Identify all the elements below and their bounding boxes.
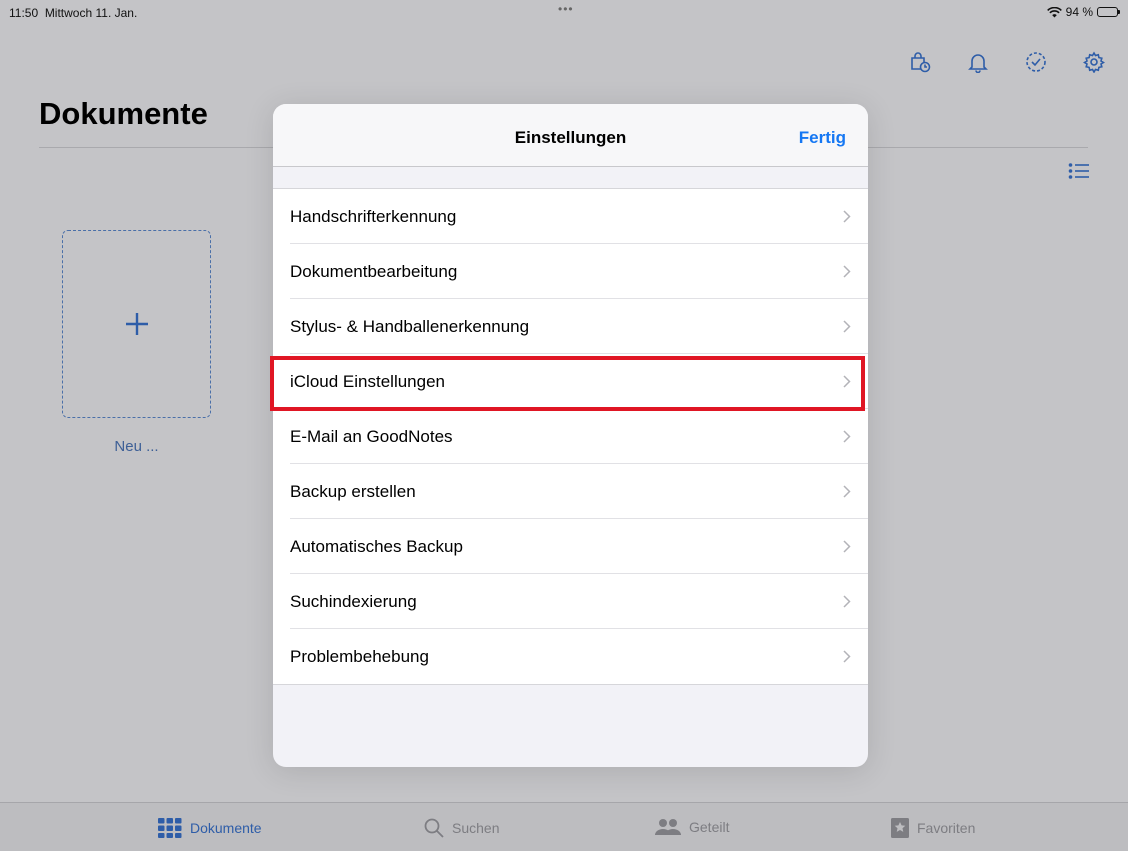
battery-percent: 94 % bbox=[1065, 5, 1093, 19]
check-circle-icon[interactable] bbox=[1022, 50, 1050, 74]
settings-item-search-indexing[interactable]: Suchindexierung bbox=[273, 574, 868, 629]
grid-icon bbox=[158, 818, 182, 838]
tab-label: Suchen bbox=[452, 820, 500, 836]
people-icon bbox=[655, 819, 681, 835]
shopping-bag-clock-icon[interactable] bbox=[906, 50, 934, 74]
settings-item-backup[interactable]: Backup erstellen bbox=[273, 464, 868, 519]
list-view-icon[interactable] bbox=[1068, 162, 1090, 185]
chevron-right-icon bbox=[843, 210, 851, 223]
page-title: Dokumente bbox=[39, 96, 208, 131]
tab-label: Favoriten bbox=[917, 820, 976, 836]
date: Mittwoch 11. Jan. bbox=[44, 6, 138, 20]
settings-item-stylus[interactable]: Stylus- & Handballenerkennung bbox=[273, 299, 868, 354]
tab-bar: Dokumente Suchen Geteilt Favoriten bbox=[0, 802, 1128, 851]
multitask-dots[interactable]: ••• bbox=[558, 2, 574, 16]
tab-geteilt[interactable]: Geteilt bbox=[655, 818, 729, 836]
chevron-right-icon bbox=[843, 430, 851, 443]
chevron-right-icon bbox=[843, 485, 851, 498]
wifi-icon bbox=[1046, 6, 1062, 17]
settings-item-label: Automatisches Backup bbox=[290, 536, 463, 556]
star-bookmark-icon bbox=[891, 818, 909, 838]
settings-item-icloud[interactable]: iCloud Einstellungen bbox=[273, 354, 868, 409]
bell-icon[interactable] bbox=[964, 50, 992, 74]
gear-icon[interactable] bbox=[1080, 50, 1108, 74]
tab-label: Dokumente bbox=[190, 820, 262, 836]
search-icon bbox=[424, 818, 444, 838]
settings-item-handwriting[interactable]: Handschrifterkennung bbox=[273, 189, 868, 244]
settings-item-label: Stylus- & Handballenerkennung bbox=[290, 316, 530, 336]
modal-header: Einstellungen Fertig bbox=[273, 104, 868, 167]
toolbar bbox=[906, 50, 1108, 74]
status-time: 11:50 Mittwoch 11. Jan. bbox=[9, 6, 137, 20]
battery-icon bbox=[1097, 7, 1120, 17]
tab-suchen[interactable]: Suchen bbox=[424, 818, 499, 838]
status-right: 94 % bbox=[1046, 5, 1120, 19]
settings-item-document-editing[interactable]: Dokumentbearbeitung bbox=[273, 244, 868, 299]
settings-item-label: Handschrifterkennung bbox=[290, 206, 457, 226]
chevron-right-icon bbox=[843, 375, 851, 388]
plus-icon bbox=[125, 313, 148, 335]
tab-label: Geteilt bbox=[689, 819, 730, 835]
chevron-right-icon bbox=[843, 540, 851, 553]
settings-list: Handschrifterkennung Dokumentbearbeitung… bbox=[273, 188, 868, 685]
settings-modal: Einstellungen Fertig Handschrifterkennun… bbox=[273, 104, 868, 767]
tab-favoriten[interactable]: Favoriten bbox=[891, 818, 975, 838]
settings-item-email[interactable]: E-Mail an GoodNotes bbox=[273, 409, 868, 464]
chevron-right-icon bbox=[843, 265, 851, 278]
settings-item-label: Backup erstellen bbox=[290, 481, 416, 501]
new-document-label[interactable]: Neu ... bbox=[62, 438, 211, 455]
settings-item-label: Suchindexierung bbox=[290, 591, 417, 611]
settings-item-troubleshooting[interactable]: Problembehebung bbox=[273, 629, 868, 684]
clock: 11:50 bbox=[9, 6, 39, 20]
chevron-right-icon bbox=[843, 320, 851, 333]
settings-item-label: iCloud Einstellungen bbox=[290, 371, 445, 391]
status-bar: 11:50 Mittwoch 11. Jan. ••• 94 % bbox=[0, 0, 1128, 24]
chevron-right-icon bbox=[843, 595, 851, 608]
settings-item-label: Dokumentbearbeitung bbox=[290, 261, 458, 281]
settings-item-auto-backup[interactable]: Automatisches Backup bbox=[273, 519, 868, 574]
done-button[interactable]: Fertig bbox=[799, 128, 846, 148]
tab-dokumente[interactable]: Dokumente bbox=[158, 818, 262, 838]
chevron-right-icon bbox=[843, 650, 851, 663]
settings-item-label: Problembehebung bbox=[290, 646, 429, 666]
modal-title: Einstellungen bbox=[514, 128, 627, 147]
settings-item-label: E-Mail an GoodNotes bbox=[290, 426, 453, 446]
new-document-tile[interactable] bbox=[62, 230, 211, 418]
